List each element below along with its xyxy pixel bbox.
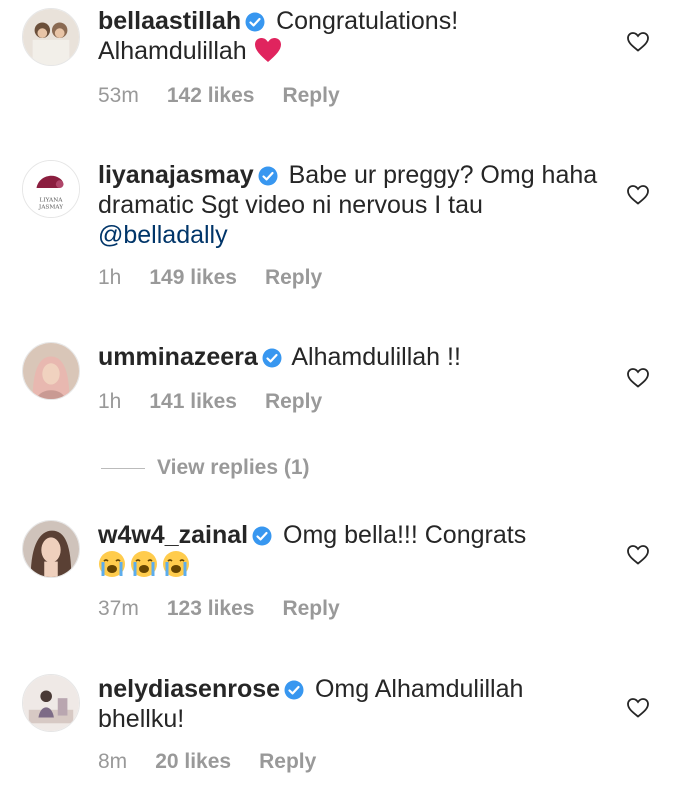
avatar[interactable] [22, 8, 80, 66]
timestamp: 1h [98, 266, 122, 289]
timestamp: 37m [98, 597, 139, 620]
like-heart-icon[interactable] [627, 698, 649, 718]
reply-button[interactable]: Reply [282, 84, 339, 107]
comment-body: nelydiasenrose Omg Alhamdulillah bhellku… [98, 674, 598, 734]
loudly-crying-face-icon [98, 550, 126, 578]
svg-text:JASMAY: JASMAY [38, 204, 63, 210]
verified-badge-icon [262, 348, 282, 368]
timestamp: 53m [98, 84, 139, 107]
verified-badge-icon [245, 12, 265, 32]
red-heart-icon [254, 37, 282, 63]
reply-button[interactable]: Reply [265, 390, 322, 413]
username[interactable]: umminazeera [98, 343, 258, 371]
likes-count[interactable]: 149 likes [149, 266, 237, 289]
svg-text:LIYANA: LIYANA [40, 198, 64, 204]
avatar[interactable] [22, 520, 80, 578]
avatar[interactable]: LIYANA JASMAY [22, 160, 80, 218]
timestamp: 8m [98, 750, 128, 773]
reply-button[interactable]: Reply [259, 750, 316, 773]
comment-text: Omg bella!!! Congrats [283, 521, 527, 549]
username[interactable]: liyanajasmay [98, 161, 254, 189]
username[interactable]: bellaastillah [98, 7, 241, 35]
timestamp: 1h [98, 390, 122, 413]
comment-body: bellaastillah Congratulations! Alhamduli… [98, 6, 598, 66]
comment-body: w4w4_zainal Omg bella!!! Congrats [98, 520, 598, 580]
like-heart-icon[interactable] [627, 368, 649, 388]
comment-meta: 1h 149 likes Reply [98, 266, 350, 290]
comment-body: liyanajasmay Babe ur preggy? Omg haha dr… [98, 160, 598, 250]
crying-emojis [98, 551, 194, 579]
divider-line [101, 467, 145, 469]
likes-count[interactable]: 141 likes [149, 390, 237, 413]
reply-button[interactable]: Reply [282, 597, 339, 620]
view-replies-button[interactable]: View replies (1) [101, 456, 310, 480]
view-replies-label: View replies (1) [157, 456, 310, 479]
comment-meta: 8m 20 likes Reply [98, 750, 344, 774]
like-heart-icon[interactable] [627, 545, 649, 565]
avatar[interactable] [22, 674, 80, 732]
username[interactable]: w4w4_zainal [98, 521, 248, 549]
mention-link[interactable]: @belladally [98, 221, 228, 249]
like-heart-icon[interactable] [627, 185, 649, 205]
verified-badge-icon [258, 166, 278, 186]
comment-body: umminazeera Alhamdulillah !! [98, 342, 598, 372]
avatar[interactable] [22, 342, 80, 400]
verified-badge-icon [284, 680, 304, 700]
verified-badge-icon [252, 526, 272, 546]
loudly-crying-face-icon [130, 550, 158, 578]
username[interactable]: nelydiasenrose [98, 675, 280, 703]
comment-meta: 53m 142 likes Reply [98, 84, 368, 108]
comment-meta: 1h 141 likes Reply [98, 390, 350, 414]
reply-button[interactable]: Reply [265, 266, 322, 289]
comment-meta: 37m 123 likes Reply [98, 597, 368, 621]
comment-text: Alhamdulillah !! [291, 343, 461, 371]
likes-count[interactable]: 142 likes [167, 84, 255, 107]
loudly-crying-face-icon [162, 550, 190, 578]
likes-count[interactable]: 123 likes [167, 597, 255, 620]
like-heart-icon[interactable] [627, 32, 649, 52]
likes-count[interactable]: 20 likes [155, 750, 231, 773]
